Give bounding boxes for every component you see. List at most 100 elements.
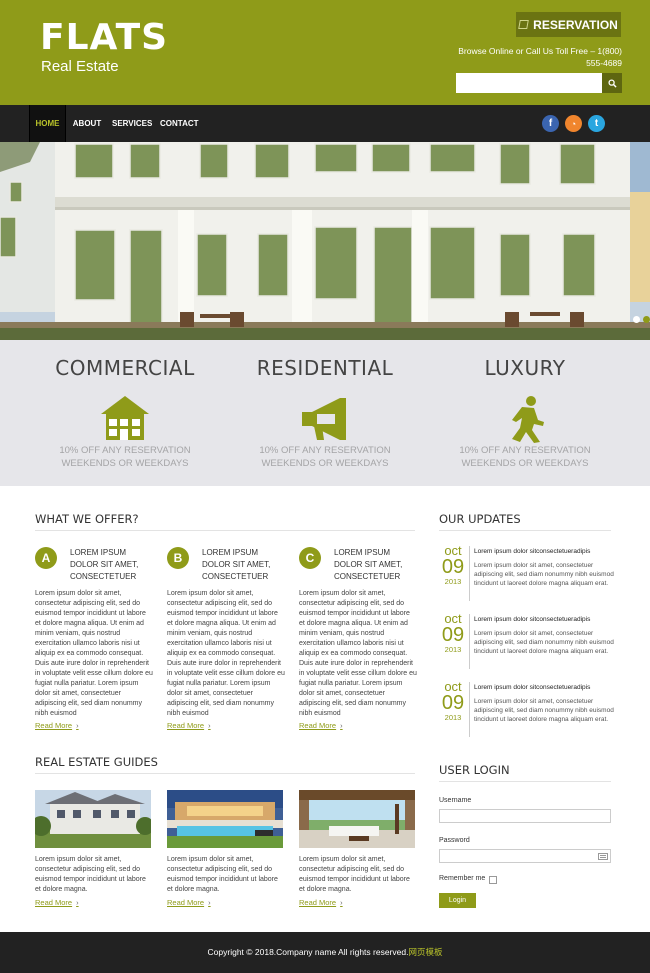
rss-icon[interactable]: ◔ bbox=[565, 115, 582, 132]
logo-subtitle: Real Estate bbox=[41, 58, 119, 75]
offer-read-more-link[interactable]: Read More › bbox=[167, 721, 211, 730]
password-label: Password bbox=[439, 837, 470, 844]
pool-house-photo bbox=[167, 790, 283, 848]
password-field[interactable] bbox=[439, 849, 611, 863]
house-icon bbox=[101, 396, 149, 440]
guide-image-living-room[interactable] bbox=[299, 790, 415, 848]
read-more-label: Read More bbox=[299, 898, 337, 907]
search-bar bbox=[456, 73, 622, 93]
nav-item-services[interactable]: SERVICES bbox=[112, 105, 152, 142]
offer-heading: LOREM IPSUM DOLOR SIT AMET, CONSECTETUER bbox=[334, 548, 403, 581]
slider-dot-1[interactable] bbox=[633, 316, 640, 323]
login-button[interactable]: Login bbox=[439, 893, 476, 908]
search-icon bbox=[607, 78, 617, 88]
offer-badge: C bbox=[299, 547, 321, 569]
chevron-right-icon: › bbox=[76, 721, 79, 730]
site-footer: Copyright © 2018.Company name All rights… bbox=[0, 932, 650, 973]
offer-badge: A bbox=[35, 547, 57, 569]
nav-item-home[interactable]: HOME bbox=[29, 105, 66, 142]
feature-text-line1: 10% OFF ANY RESERVATION bbox=[459, 445, 591, 456]
logo-title[interactable]: FLATS bbox=[40, 18, 168, 58]
townhouse-photo bbox=[35, 790, 151, 848]
hero-building-image bbox=[0, 142, 650, 340]
update-heading: Lorem ipsum dolor sitconsectetueradipis bbox=[474, 616, 591, 623]
site-header: FLATS Real Estate RESERVATION Browse Onl… bbox=[0, 0, 650, 105]
update-day: 09 bbox=[441, 556, 465, 578]
remember-me-label: Remember me bbox=[439, 875, 486, 882]
username-label: Username bbox=[439, 797, 472, 804]
login-section-title: USER LOGIN bbox=[439, 763, 510, 777]
username-field[interactable] bbox=[439, 809, 611, 823]
feature-text-line1: 10% OFF ANY RESERVATION bbox=[259, 445, 391, 456]
updates-divider bbox=[439, 530, 611, 531]
slider-dot-2[interactable] bbox=[643, 316, 650, 323]
nav-item-contact[interactable]: CONTACT bbox=[160, 105, 199, 142]
read-more-label: Read More bbox=[35, 898, 73, 907]
update-divider bbox=[469, 546, 470, 601]
read-more-label: Read More bbox=[167, 898, 205, 907]
hero-slider[interactable] bbox=[0, 142, 650, 340]
feature-text-line2: WEEKENDS OR WEEKDAYS bbox=[61, 458, 189, 469]
update-heading: Lorem ipsum dolor sitconsectetueradipis bbox=[474, 548, 591, 555]
feature-title: COMMERCIAL bbox=[55, 356, 195, 380]
feature-text-line1: 10% OFF ANY RESERVATION bbox=[59, 445, 191, 456]
update-date: oct 09 2013 bbox=[438, 680, 468, 722]
update-divider bbox=[469, 614, 470, 669]
offer-badge: B bbox=[167, 547, 189, 569]
chevron-right-icon: › bbox=[340, 898, 343, 907]
offer-body: Lorem ipsum dolor sit amet, consectetur … bbox=[299, 590, 417, 717]
offer-section-title: WHAT WE OFFER? bbox=[35, 512, 139, 526]
megaphone-icon bbox=[302, 398, 346, 440]
read-more-label: Read More bbox=[299, 721, 337, 730]
guide-read-more-link[interactable]: Read More › bbox=[167, 898, 211, 907]
search-button[interactable] bbox=[602, 73, 622, 93]
search-input[interactable] bbox=[456, 73, 602, 93]
feature-text: 10% OFF ANY RESERVATION WEEKENDS OR WEEK… bbox=[425, 444, 625, 470]
reservation-button-label: RESERVATION bbox=[533, 17, 618, 32]
guides-divider bbox=[35, 773, 415, 774]
offer-read-more-link[interactable]: Read More › bbox=[299, 721, 343, 730]
walking-man-icon bbox=[512, 396, 544, 443]
copyright-text: Copyright © 2018.Company name All rights… bbox=[207, 947, 409, 957]
features-band: COMMERCIAL 10% OFF ANY RESERVATION WEEKE… bbox=[0, 340, 650, 486]
tollfree-text: Browse Online or Call Us Toll Free – 1(8… bbox=[458, 46, 622, 68]
guides-section-title: REAL ESTATE GUIDES bbox=[35, 755, 158, 769]
facebook-icon[interactable]: f bbox=[542, 115, 559, 132]
update-year: 2013 bbox=[444, 577, 462, 586]
chevron-right-icon: › bbox=[340, 721, 343, 730]
update-year: 2013 bbox=[444, 645, 462, 654]
read-more-label: Read More bbox=[167, 721, 205, 730]
update-divider bbox=[469, 682, 470, 737]
update-day: 09 bbox=[441, 692, 465, 714]
feature-title: RESIDENTIAL bbox=[256, 356, 394, 380]
guide-read-more-link[interactable]: Read More › bbox=[299, 898, 343, 907]
nav-item-about[interactable]: ABOUT bbox=[72, 105, 102, 142]
remember-me-checkbox[interactable] bbox=[489, 876, 497, 884]
guide-text: Lorem ipsum dolor sit amet, consectetur … bbox=[35, 856, 146, 893]
guide-image-pool-house[interactable] bbox=[167, 790, 283, 848]
keyboard-icon[interactable] bbox=[598, 853, 608, 860]
chevron-right-icon: › bbox=[208, 898, 211, 907]
reservation-button[interactable]: RESERVATION bbox=[516, 12, 621, 37]
feature-text-line2: WEEKENDS OR WEEKDAYS bbox=[461, 458, 589, 469]
living-room-photo bbox=[299, 790, 415, 848]
guide-read-more-link[interactable]: Read More › bbox=[35, 898, 79, 907]
update-date: oct 09 2013 bbox=[438, 544, 468, 586]
update-date: oct 09 2013 bbox=[438, 612, 468, 654]
guide-image-townhouse[interactable] bbox=[35, 790, 151, 848]
feature-text-line2: WEEKENDS OR WEEKDAYS bbox=[261, 458, 389, 469]
feature-text: 10% OFF ANY RESERVATION WEEKENDS OR WEEK… bbox=[225, 444, 425, 470]
offer-divider bbox=[35, 530, 415, 531]
update-year: 2013 bbox=[444, 713, 462, 722]
footer-link[interactable]: 网页模板 bbox=[408, 947, 442, 957]
offer-read-more-link[interactable]: Read More › bbox=[35, 721, 79, 730]
update-body: Lorem ipsum dolor sit amet, consectetuer… bbox=[474, 698, 614, 723]
feature-text: 10% OFF ANY RESERVATION WEEKENDS OR WEEK… bbox=[25, 444, 225, 470]
offer-body: Lorem ipsum dolor sit amet, consectetur … bbox=[167, 590, 285, 717]
guide-text: Lorem ipsum dolor sit amet, consectetur … bbox=[167, 856, 278, 893]
offer-body: Lorem ipsum dolor sit amet, consectetur … bbox=[35, 590, 153, 717]
update-heading: Lorem ipsum dolor sitconsectetueradipis bbox=[474, 684, 591, 691]
reservation-icon bbox=[518, 20, 529, 29]
update-body: Lorem ipsum dolor sit amet, consectetuer… bbox=[474, 630, 614, 655]
twitter-icon[interactable]: t bbox=[588, 115, 605, 132]
